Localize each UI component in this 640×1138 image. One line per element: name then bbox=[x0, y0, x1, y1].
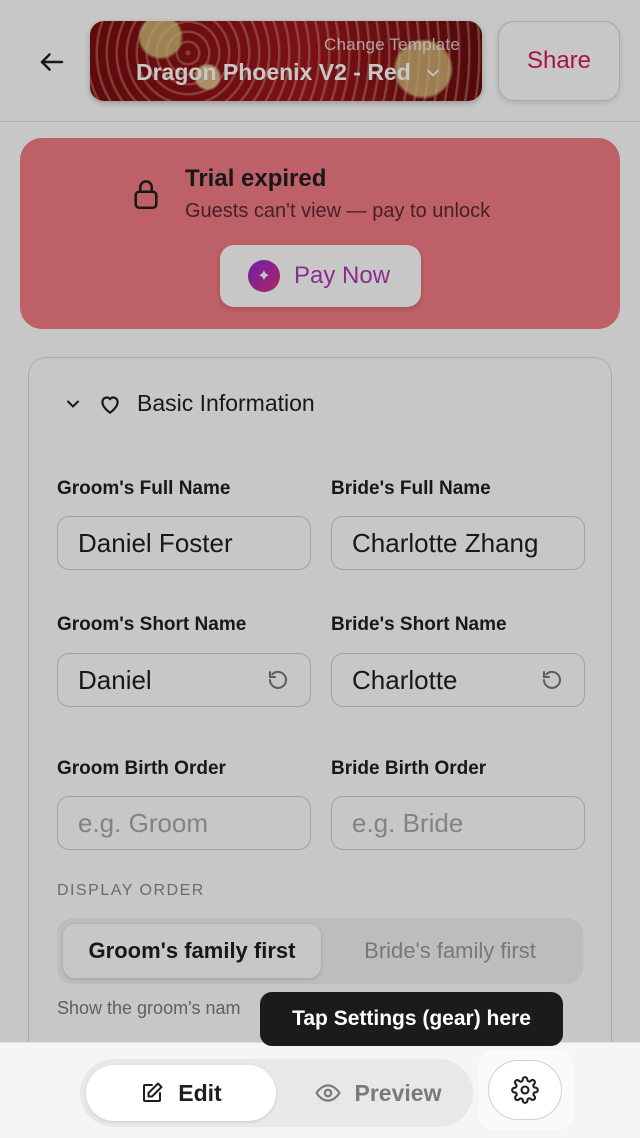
bride-full-name-label: Bride's Full Name bbox=[331, 478, 491, 499]
pay-now-label: Pay Now bbox=[294, 262, 391, 289]
groom-full-name-label: Groom's Full Name bbox=[57, 478, 231, 499]
section-title: Basic Information bbox=[137, 390, 315, 416]
edit-label: Edit bbox=[178, 1079, 222, 1106]
groom-full-name-value: Daniel Foster bbox=[78, 527, 233, 558]
trial-subtitle: Guests can't view — pay to unlock bbox=[185, 200, 491, 222]
groom-birth-order-placeholder: e.g. Groom bbox=[78, 807, 209, 838]
top-bar: Change Template Dragon Phoenix V2 - Red … bbox=[0, 0, 640, 122]
eye-icon bbox=[314, 1084, 341, 1102]
edit-tab[interactable]: Edit bbox=[86, 1065, 276, 1121]
bride-full-name-value: Charlotte Zhang bbox=[352, 527, 539, 558]
pay-now-button[interactable]: ✦ Pay Now bbox=[220, 245, 421, 307]
chevron-down-icon bbox=[67, 400, 79, 408]
reset-icon[interactable] bbox=[540, 668, 564, 692]
template-selector[interactable]: Change Template Dragon Phoenix V2 - Red bbox=[90, 21, 482, 101]
share-button[interactable]: Share bbox=[498, 21, 620, 101]
chevron-down-icon bbox=[426, 69, 439, 77]
display-order-hint: Show the groom's nam bbox=[57, 998, 241, 1018]
groom-birth-order-input[interactable]: e.g. Groom bbox=[57, 796, 311, 850]
preview-label: Preview bbox=[354, 1079, 442, 1106]
display-order-segmented-control: Groom's family first Bride's family firs… bbox=[57, 918, 583, 984]
arrow-left-icon bbox=[40, 53, 64, 71]
reset-icon[interactable] bbox=[266, 668, 290, 692]
display-order-label: DISPLAY ORDER bbox=[57, 882, 205, 899]
change-template-caption: Change Template bbox=[324, 35, 460, 54]
template-name-label: Dragon Phoenix V2 - Red bbox=[136, 59, 411, 85]
template-name: Dragon Phoenix V2 - Red bbox=[136, 59, 443, 86]
bride-short-name-label: Bride's Short Name bbox=[331, 614, 507, 635]
bride-birth-order-label: Bride Birth Order bbox=[331, 758, 487, 779]
trial-expired-banner: Trial expired Guests can't view — pay to… bbox=[20, 138, 620, 329]
option-bride-family-first[interactable]: Bride's family first bbox=[323, 924, 577, 978]
sparkle-icon: ✦ bbox=[248, 260, 280, 292]
basic-information-card: Basic Information Groom's Full Name Brid… bbox=[28, 357, 612, 1077]
back-button[interactable] bbox=[30, 40, 74, 84]
lock-icon bbox=[134, 180, 158, 209]
bride-short-name-value: Charlotte bbox=[352, 664, 458, 695]
bride-short-name-input[interactable]: Charlotte bbox=[331, 653, 585, 707]
settings-button[interactable] bbox=[488, 1060, 562, 1120]
edit-icon bbox=[143, 1082, 163, 1102]
bride-full-name-input[interactable]: Charlotte Zhang bbox=[331, 516, 585, 570]
section-header[interactable]: Basic Information bbox=[63, 390, 315, 417]
option-groom-family-first[interactable]: Groom's family first bbox=[63, 924, 321, 978]
trial-title: Trial expired bbox=[185, 165, 327, 192]
groom-short-name-value: Daniel bbox=[78, 664, 152, 695]
bride-birth-order-input[interactable]: e.g. Bride bbox=[331, 796, 585, 850]
onboarding-tooltip: Tap Settings (gear) here bbox=[260, 992, 563, 1046]
groom-short-name-input[interactable]: Daniel bbox=[57, 653, 311, 707]
edit-preview-toggle: Edit Preview bbox=[80, 1059, 473, 1127]
bride-birth-order-placeholder: e.g. Bride bbox=[352, 807, 464, 838]
preview-tab[interactable]: Preview bbox=[290, 1065, 466, 1121]
groom-birth-order-label: Groom Birth Order bbox=[57, 758, 226, 779]
groom-full-name-input[interactable]: Daniel Foster bbox=[57, 516, 311, 570]
heart-icon bbox=[101, 396, 119, 414]
gear-icon bbox=[511, 1076, 539, 1104]
groom-short-name-label: Groom's Short Name bbox=[57, 614, 247, 635]
